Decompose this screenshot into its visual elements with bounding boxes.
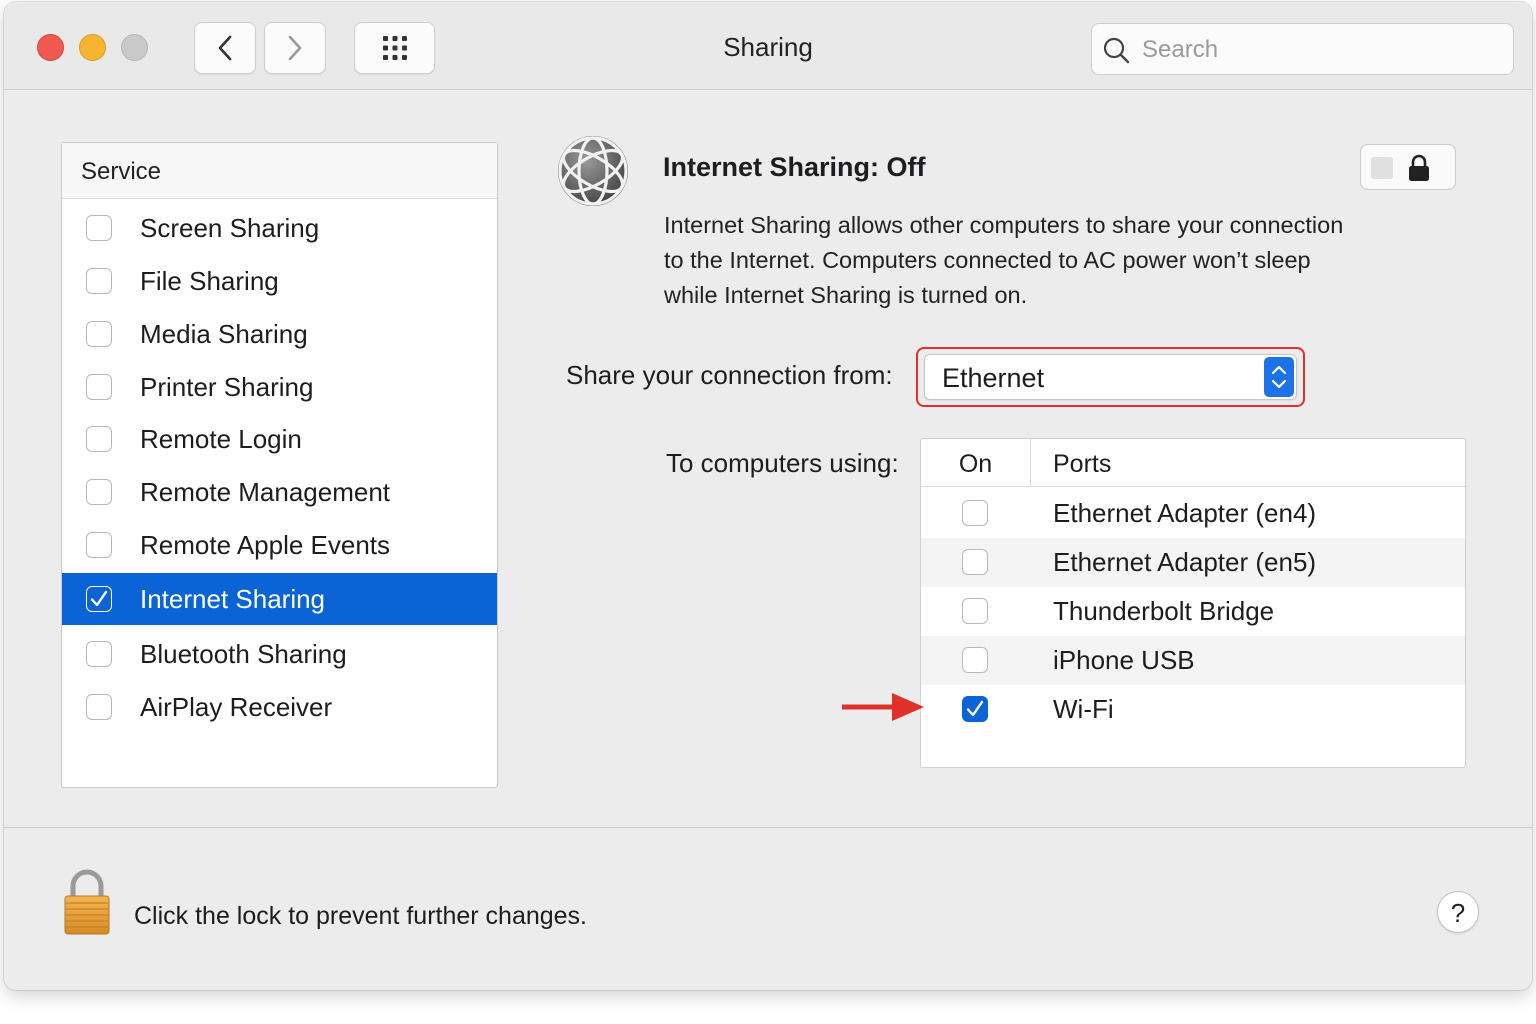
service-row-file-sharing[interactable]: File Sharing: [62, 255, 497, 307]
port-row-wifi[interactable]: Wi-Fi: [921, 685, 1465, 734]
checkbox[interactable]: [86, 321, 112, 347]
checkbox[interactable]: [962, 598, 988, 624]
checkbox-checked[interactable]: [86, 586, 112, 612]
service-toggle[interactable]: [1360, 144, 1456, 190]
service-list: Service Screen Sharing File Sharing Medi…: [61, 142, 498, 788]
share-from-popup[interactable]: Ethernet: [924, 354, 1297, 400]
checkbox[interactable]: [86, 374, 112, 400]
service-label: Bluetooth Sharing: [140, 638, 347, 669]
service-row-remote-login[interactable]: Remote Login: [62, 413, 497, 465]
service-label: File Sharing: [140, 265, 279, 296]
checkbox[interactable]: [962, 500, 988, 526]
red-arrow-icon: [842, 693, 924, 721]
port-row-thunderbolt-bridge[interactable]: Thunderbolt Bridge: [921, 587, 1465, 636]
service-label: Remote Management: [140, 476, 391, 507]
sharing-window: Sharing Service Screen Sharing File Shar…: [4, 2, 1532, 990]
globe-icon: [558, 136, 628, 206]
checkbox[interactable]: [962, 549, 988, 575]
port-label: Thunderbolt Bridge: [1053, 596, 1275, 626]
description-line: to the Internet. Computers connected to …: [664, 247, 1311, 273]
description-line: Internet Sharing allows other computers …: [664, 212, 1344, 238]
port-row-iphone-usb[interactable]: iPhone USB: [921, 636, 1465, 685]
service-row-media-sharing[interactable]: Media Sharing: [62, 308, 497, 360]
checkmark-icon: [90, 590, 108, 607]
help-button[interactable]: ?: [1437, 891, 1479, 933]
popup-arrows: [1264, 357, 1294, 397]
description-line: while Internet Sharing is turned on.: [664, 282, 1028, 308]
search-input[interactable]: [1142, 32, 1502, 68]
checkbox[interactable]: [86, 426, 112, 452]
service-row-screen-sharing[interactable]: Screen Sharing: [62, 202, 497, 254]
search-field[interactable]: [1091, 23, 1514, 75]
checkbox[interactable]: [86, 532, 112, 558]
port-label: Ethernet Adapter (en5): [1053, 547, 1317, 577]
service-label: Media Sharing: [140, 318, 308, 349]
toggle-indicator: [1371, 157, 1393, 179]
checkbox-checked[interactable]: [962, 696, 988, 722]
lock-icon[interactable]: [62, 868, 112, 938]
checkmark-icon: [966, 700, 984, 717]
title-bar: Sharing: [4, 2, 1532, 90]
checkbox[interactable]: [962, 647, 988, 673]
service-label: Screen Sharing: [140, 212, 320, 243]
port-label: Ethernet Adapter (en4): [1053, 498, 1317, 528]
port-label: iPhone USB: [1053, 645, 1195, 675]
checkbox[interactable]: [86, 694, 112, 720]
service-row-printer-sharing[interactable]: Printer Sharing: [62, 361, 497, 413]
service-row-internet-sharing[interactable]: Internet Sharing: [62, 573, 497, 625]
ports-table: On Ports Ethernet Adapter (en4) Ethernet…: [920, 438, 1466, 768]
column-header-ports[interactable]: Ports: [1053, 439, 1111, 489]
service-row-airplay-receiver[interactable]: AirPlay Receiver: [62, 681, 497, 733]
description: Internet Sharing allows other computers …: [664, 208, 1384, 313]
up-down-chevron-icon: [1271, 365, 1287, 389]
port-row-ethernet-en5[interactable]: Ethernet Adapter (en5): [921, 538, 1465, 587]
service-label: AirPlay Receiver: [140, 691, 333, 722]
to-computers-label: To computers using:: [666, 448, 899, 478]
lock-icon: [1409, 154, 1429, 181]
service-row-remote-apple-events[interactable]: Remote Apple Events: [62, 519, 497, 571]
port-label: Wi-Fi: [1053, 694, 1114, 724]
column-header-on[interactable]: On: [921, 439, 1031, 487]
ports-table-header: On Ports: [921, 439, 1465, 487]
service-row-remote-management[interactable]: Remote Management: [62, 466, 497, 518]
share-from-value: Ethernet: [942, 363, 1045, 393]
checkbox[interactable]: [86, 215, 112, 241]
service-label: Printer Sharing: [140, 371, 314, 402]
checkbox[interactable]: [86, 641, 112, 667]
status-title: Internet Sharing: Off: [663, 152, 926, 182]
port-row-ethernet-en4[interactable]: Ethernet Adapter (en4): [921, 489, 1465, 538]
service-label: Remote Login: [140, 423, 302, 454]
service-row-bluetooth-sharing[interactable]: Bluetooth Sharing: [62, 628, 497, 680]
checkbox[interactable]: [86, 479, 112, 505]
footer-divider: [4, 827, 1532, 828]
share-from-label: Share your connection from:: [566, 360, 893, 390]
service-column-header: Service: [62, 143, 497, 199]
service-label: Remote Apple Events: [140, 529, 391, 560]
search-icon: [1103, 37, 1130, 64]
lock-message: Click the lock to prevent further change…: [134, 902, 588, 930]
checkbox[interactable]: [86, 268, 112, 294]
service-label: Internet Sharing: [140, 583, 326, 614]
